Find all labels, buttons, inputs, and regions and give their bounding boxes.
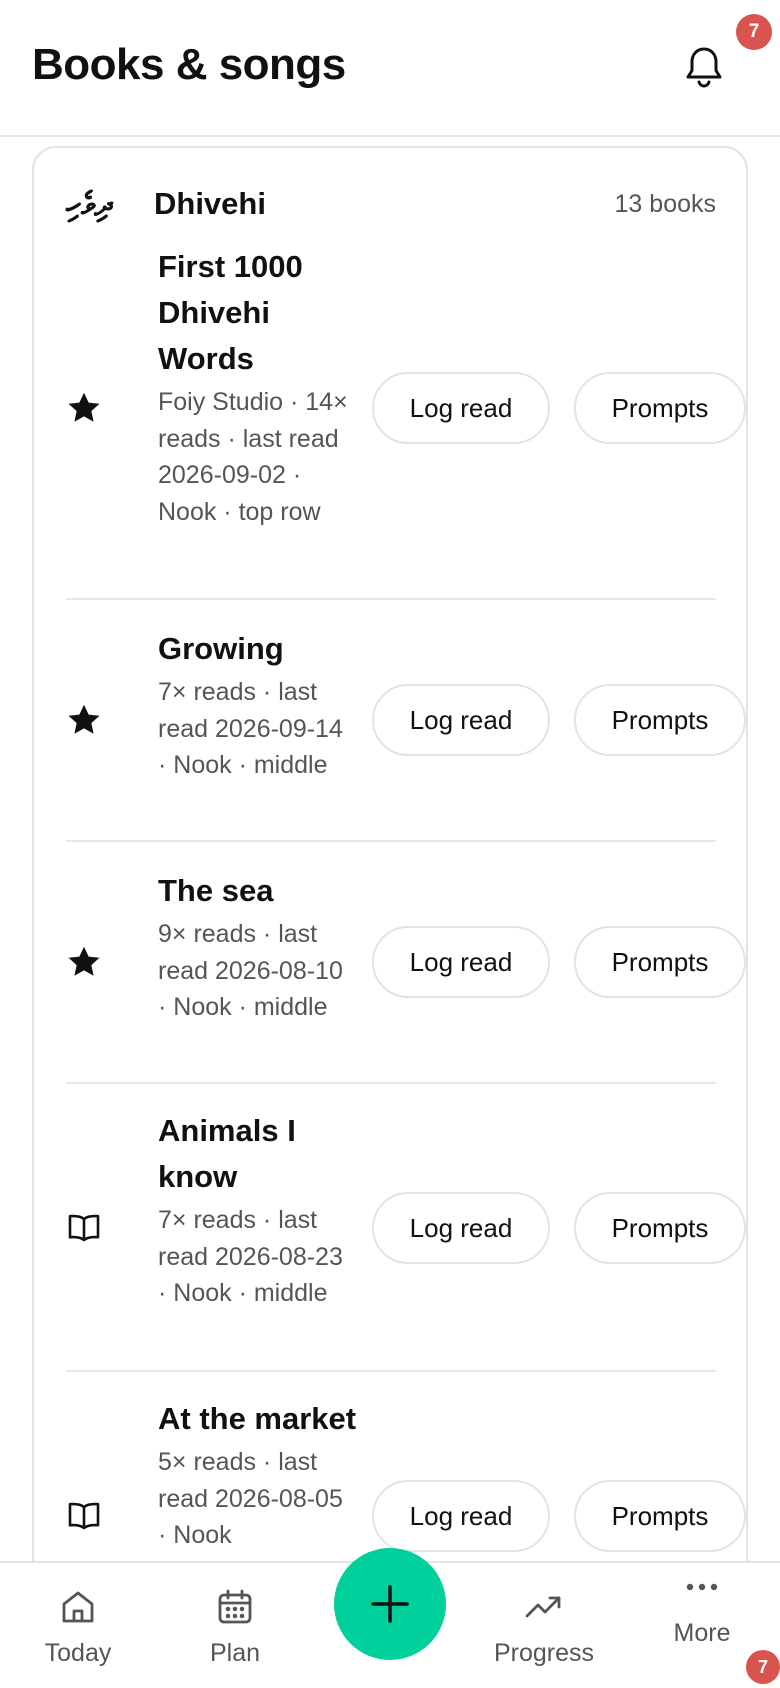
- more-dots-icon: [686, 1583, 718, 1591]
- language-name: Dhivehi: [154, 186, 266, 221]
- page-title: Books & songs: [32, 40, 346, 89]
- bell-icon: [686, 47, 722, 88]
- book-info: First 1000 Dhivehi Words Foiy Studio · 1…: [158, 244, 358, 530]
- book-row: The sea 9× reads · last read 2026-08-10 …: [66, 842, 746, 1084]
- plus-icon: [371, 1585, 409, 1623]
- tab-label: Progress: [493, 1639, 595, 1667]
- calendar-icon: [218, 1589, 252, 1624]
- section-header: ދިވެހި Dhivehi 13 books: [66, 180, 716, 230]
- log-read-button[interactable]: Log read: [372, 1192, 550, 1264]
- book-row: Animals I know 7× reads · last read 2026…: [66, 1084, 746, 1372]
- star-icon[interactable]: [66, 390, 102, 426]
- tab-plan[interactable]: Plan: [185, 1563, 285, 1688]
- add-button[interactable]: [334, 1548, 446, 1660]
- book-info: Growing 7× reads · last read 2026-09-14 …: [158, 626, 358, 784]
- home-icon: [62, 1591, 94, 1623]
- notifications-button[interactable]: [682, 44, 726, 90]
- book-count: 13 books: [614, 190, 716, 218]
- book-info: Animals I know 7× reads · last read 2026…: [158, 1108, 358, 1312]
- tab-today[interactable]: Today: [28, 1563, 128, 1688]
- tab-more[interactable]: More: [652, 1563, 752, 1688]
- log-read-button[interactable]: Log read: [372, 684, 550, 756]
- trend-up-icon: [525, 1596, 561, 1618]
- star-icon[interactable]: [66, 702, 102, 738]
- tab-progress[interactable]: Progress: [474, 1563, 614, 1688]
- tab-label: More: [673, 1619, 731, 1647]
- book-title: Animals I know: [158, 1113, 296, 1194]
- prompts-button[interactable]: Prompts: [574, 684, 746, 756]
- language-section-card: ދިވެހި Dhivehi 13 books First 1000 Dhive…: [32, 146, 748, 1688]
- book-title: First 1000 Dhivehi Words: [158, 249, 303, 376]
- book-icon[interactable]: [66, 1210, 102, 1246]
- tab-label: Plan: [209, 1639, 261, 1667]
- book-icon[interactable]: [66, 1498, 102, 1534]
- more-badge: 7: [746, 1650, 780, 1684]
- book-meta: 7× reads · last read 2026-09-14 · Nook ·…: [158, 678, 343, 779]
- notification-count-badge: 7: [736, 14, 772, 50]
- book-title: The sea: [158, 873, 274, 908]
- book-info: At the market 5× reads · last read 2026-…: [158, 1396, 358, 1554]
- star-icon[interactable]: [66, 944, 102, 980]
- book-info: The sea 9× reads · last read 2026-08-10 …: [158, 868, 358, 1026]
- prompts-button[interactable]: Prompts: [574, 926, 746, 998]
- language-script-label: ދިވެހި: [66, 186, 112, 222]
- book-meta: 9× reads · last read 2026-08-10 · Nook ·…: [158, 920, 343, 1021]
- log-read-button[interactable]: Log read: [372, 1480, 550, 1552]
- book-meta: 7× reads · last read 2026-08-23 · Nook ·…: [158, 1206, 343, 1307]
- prompts-button[interactable]: Prompts: [574, 1480, 746, 1552]
- prompts-button[interactable]: Prompts: [574, 1192, 746, 1264]
- book-row: Growing 7× reads · last read 2026-09-14 …: [66, 600, 746, 842]
- log-read-button[interactable]: Log read: [372, 926, 550, 998]
- prompts-button[interactable]: Prompts: [574, 372, 746, 444]
- tab-label: Today: [44, 1639, 112, 1667]
- book-meta: Foiy Studio · 14× reads · last read 2026…: [158, 388, 348, 526]
- book-row: First 1000 Dhivehi Words Foiy Studio · 1…: [66, 244, 746, 600]
- book-title: At the market: [158, 1401, 357, 1436]
- app-header: Books & songs 7: [0, 0, 780, 137]
- book-title: Growing: [158, 631, 284, 666]
- log-read-button[interactable]: Log read: [372, 372, 550, 444]
- book-meta: 5× reads · last read 2026-08-05 · Nook: [158, 1448, 343, 1549]
